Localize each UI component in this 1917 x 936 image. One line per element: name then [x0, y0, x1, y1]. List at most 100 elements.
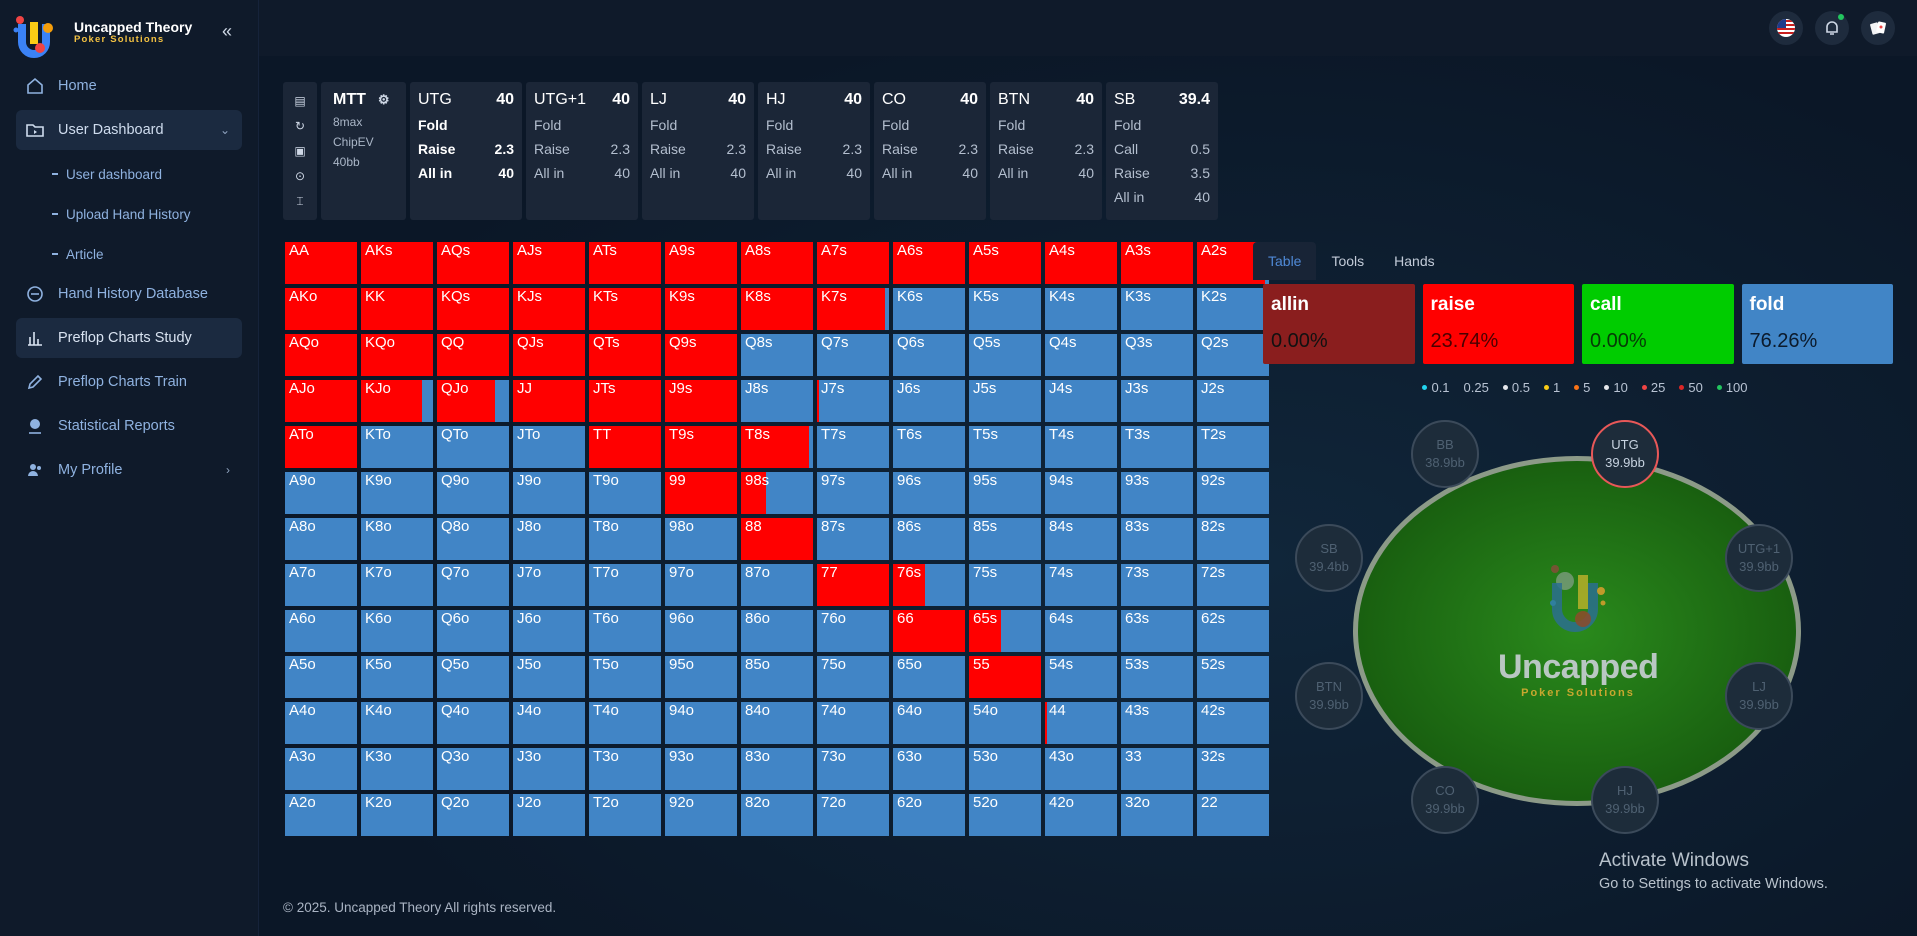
position-option[interactable]: All in 40 [882, 161, 978, 185]
hand-cell-65o[interactable]: 65o [893, 656, 965, 698]
hand-cell-87s[interactable]: 87s [817, 518, 889, 560]
position-option[interactable]: Raise 2.3 [534, 137, 630, 161]
hand-cell-Q6s[interactable]: Q6s [893, 334, 965, 376]
hand-cell-JTo[interactable]: JTo [513, 426, 585, 468]
bell-icon[interactable] [1815, 11, 1849, 45]
action-card-allin[interactable]: allin 0.00% [1263, 284, 1415, 364]
sidebar-item-statistical-reports[interactable]: Statistical Reports [16, 406, 242, 446]
position-option[interactable]: Fold [882, 113, 978, 137]
seat-utg1[interactable]: UTG+1 39.9bb [1725, 524, 1793, 592]
hand-cell-65s[interactable]: 65s [969, 610, 1041, 652]
hand-cell-Q8s[interactable]: Q8s [741, 334, 813, 376]
hand-cell-T4s[interactable]: T4s [1045, 426, 1117, 468]
hand-cell-97s[interactable]: 97s [817, 472, 889, 514]
sidebar-item-preflop-charts-train[interactable]: Preflop Charts Train [16, 362, 242, 402]
hand-cell-T3o[interactable]: T3o [589, 748, 661, 790]
hand-cell-75s[interactable]: 75s [969, 564, 1041, 606]
hand-cell-76o[interactable]: 76o [817, 610, 889, 652]
hand-cell-T7s[interactable]: T7s [817, 426, 889, 468]
sidebar-subitem-upload-hand-history[interactable]: Upload Hand History [16, 194, 242, 234]
hand-cell-T6o[interactable]: T6o [589, 610, 661, 652]
hand-cell-43o[interactable]: 43o [1045, 748, 1117, 790]
hand-cell-JTs[interactable]: JTs [589, 380, 661, 422]
hand-cell-85o[interactable]: 85o [741, 656, 813, 698]
hand-cell-53o[interactable]: 53o [969, 748, 1041, 790]
hand-cell-J4o[interactable]: J4o [513, 702, 585, 744]
hand-cell-T8s[interactable]: T8s [741, 426, 813, 468]
hand-cell-K5o[interactable]: K5o [361, 656, 433, 698]
hand-cell-A4o[interactable]: A4o [285, 702, 357, 744]
hand-cell-A6o[interactable]: A6o [285, 610, 357, 652]
position-card-hj[interactable]: HJ 40 Fold Raise 2.3 All in 40 [758, 82, 870, 220]
hand-cell-ATs[interactable]: ATs [589, 242, 661, 284]
hand-cell-J8o[interactable]: J8o [513, 518, 585, 560]
hand-cell-T3s[interactable]: T3s [1121, 426, 1193, 468]
hand-cell-QTs[interactable]: QTs [589, 334, 661, 376]
hand-cell-J9s[interactable]: J9s [665, 380, 737, 422]
seat-utg[interactable]: UTG 39.9bb [1591, 420, 1659, 488]
play-icon[interactable]: ⊙ [295, 169, 305, 183]
position-card-lj[interactable]: LJ 40 Fold Raise 2.3 All in 40 [642, 82, 754, 220]
hand-cell-J6s[interactable]: J6s [893, 380, 965, 422]
position-card-utg[interactable]: UTG 40 Fold Raise 2.3 All in 40 [410, 82, 522, 220]
hand-cell-AJo[interactable]: AJo [285, 380, 357, 422]
hand-cell-84o[interactable]: 84o [741, 702, 813, 744]
hand-cell-K7o[interactable]: K7o [361, 564, 433, 606]
gear-icon[interactable]: ⚙ [378, 90, 390, 110]
position-card-utgplus1[interactable]: UTG+1 40 Fold Raise 2.3 All in 40 [526, 82, 638, 220]
hand-cell-J7o[interactable]: J7o [513, 564, 585, 606]
hand-cell-44[interactable]: 44 [1045, 702, 1117, 744]
position-option[interactable]: Raise 2.3 [998, 137, 1094, 161]
legend-item[interactable]: 0.5 [1502, 380, 1530, 395]
hand-cell-Q5s[interactable]: Q5s [969, 334, 1041, 376]
hand-cell-87o[interactable]: 87o [741, 564, 813, 606]
save-icon[interactable]: ▣ [294, 144, 305, 158]
hand-cell-74o[interactable]: 74o [817, 702, 889, 744]
hand-cell-72o[interactable]: 72o [817, 794, 889, 836]
hand-cell-K8o[interactable]: K8o [361, 518, 433, 560]
cards-icon[interactable] [1861, 11, 1895, 45]
hand-cell-A5s[interactable]: A5s [969, 242, 1041, 284]
hand-cell-T4o[interactable]: T4o [589, 702, 661, 744]
hand-cell-66[interactable]: 66 [893, 610, 965, 652]
hand-cell-83s[interactable]: 83s [1121, 518, 1193, 560]
hand-cell-T7o[interactable]: T7o [589, 564, 661, 606]
hand-cell-Q7o[interactable]: Q7o [437, 564, 509, 606]
hand-cell-A9s[interactable]: A9s [665, 242, 737, 284]
position-option[interactable]: All in 40 [534, 161, 630, 185]
hand-cell-33[interactable]: 33 [1121, 748, 1193, 790]
hand-cell-K2o[interactable]: K2o [361, 794, 433, 836]
hand-cell-KK[interactable]: KK [361, 288, 433, 330]
hand-cell-J9o[interactable]: J9o [513, 472, 585, 514]
position-option[interactable]: All in 40 [766, 161, 862, 185]
position-option[interactable]: Raise 2.3 [766, 137, 862, 161]
position-option[interactable]: All in 40 [1114, 185, 1210, 209]
double-chevron-left-icon[interactable]: « [216, 20, 238, 42]
seat-hj[interactable]: HJ 39.9bb [1591, 766, 1659, 834]
tab-hands[interactable]: Hands [1379, 242, 1449, 280]
hand-cell-86s[interactable]: 86s [893, 518, 965, 560]
hand-cell-53s[interactable]: 53s [1121, 656, 1193, 698]
refresh-icon[interactable]: ↻ [295, 119, 305, 133]
hand-cell-82o[interactable]: 82o [741, 794, 813, 836]
hand-cell-Q5o[interactable]: Q5o [437, 656, 509, 698]
hand-cell-Q8o[interactable]: Q8o [437, 518, 509, 560]
hand-cell-K8s[interactable]: K8s [741, 288, 813, 330]
position-option[interactable]: Raise 2.3 [650, 137, 746, 161]
hand-cell-T8o[interactable]: T8o [589, 518, 661, 560]
hand-cell-K3s[interactable]: K3s [1121, 288, 1193, 330]
hand-cell-K4s[interactable]: K4s [1045, 288, 1117, 330]
position-option[interactable]: Raise 2.3 [418, 137, 514, 161]
hand-cell-97o[interactable]: 97o [665, 564, 737, 606]
position-option[interactable]: Fold [1114, 113, 1210, 137]
text-cursor-icon[interactable]: ⌶ [296, 194, 303, 209]
hand-cell-Q2o[interactable]: Q2o [437, 794, 509, 836]
hand-cell-95s[interactable]: 95s [969, 472, 1041, 514]
seat-lj[interactable]: LJ 39.9bb [1725, 662, 1793, 730]
position-card-sb[interactable]: SB 39.4 Fold Call 0.5 Raise 3.5 All in 40 [1106, 82, 1218, 220]
hand-cell-J5o[interactable]: J5o [513, 656, 585, 698]
hand-cell-63o[interactable]: 63o [893, 748, 965, 790]
hand-cell-K3o[interactable]: K3o [361, 748, 433, 790]
hand-cell-54o[interactable]: 54o [969, 702, 1041, 744]
position-option[interactable]: Raise 2.3 [882, 137, 978, 161]
